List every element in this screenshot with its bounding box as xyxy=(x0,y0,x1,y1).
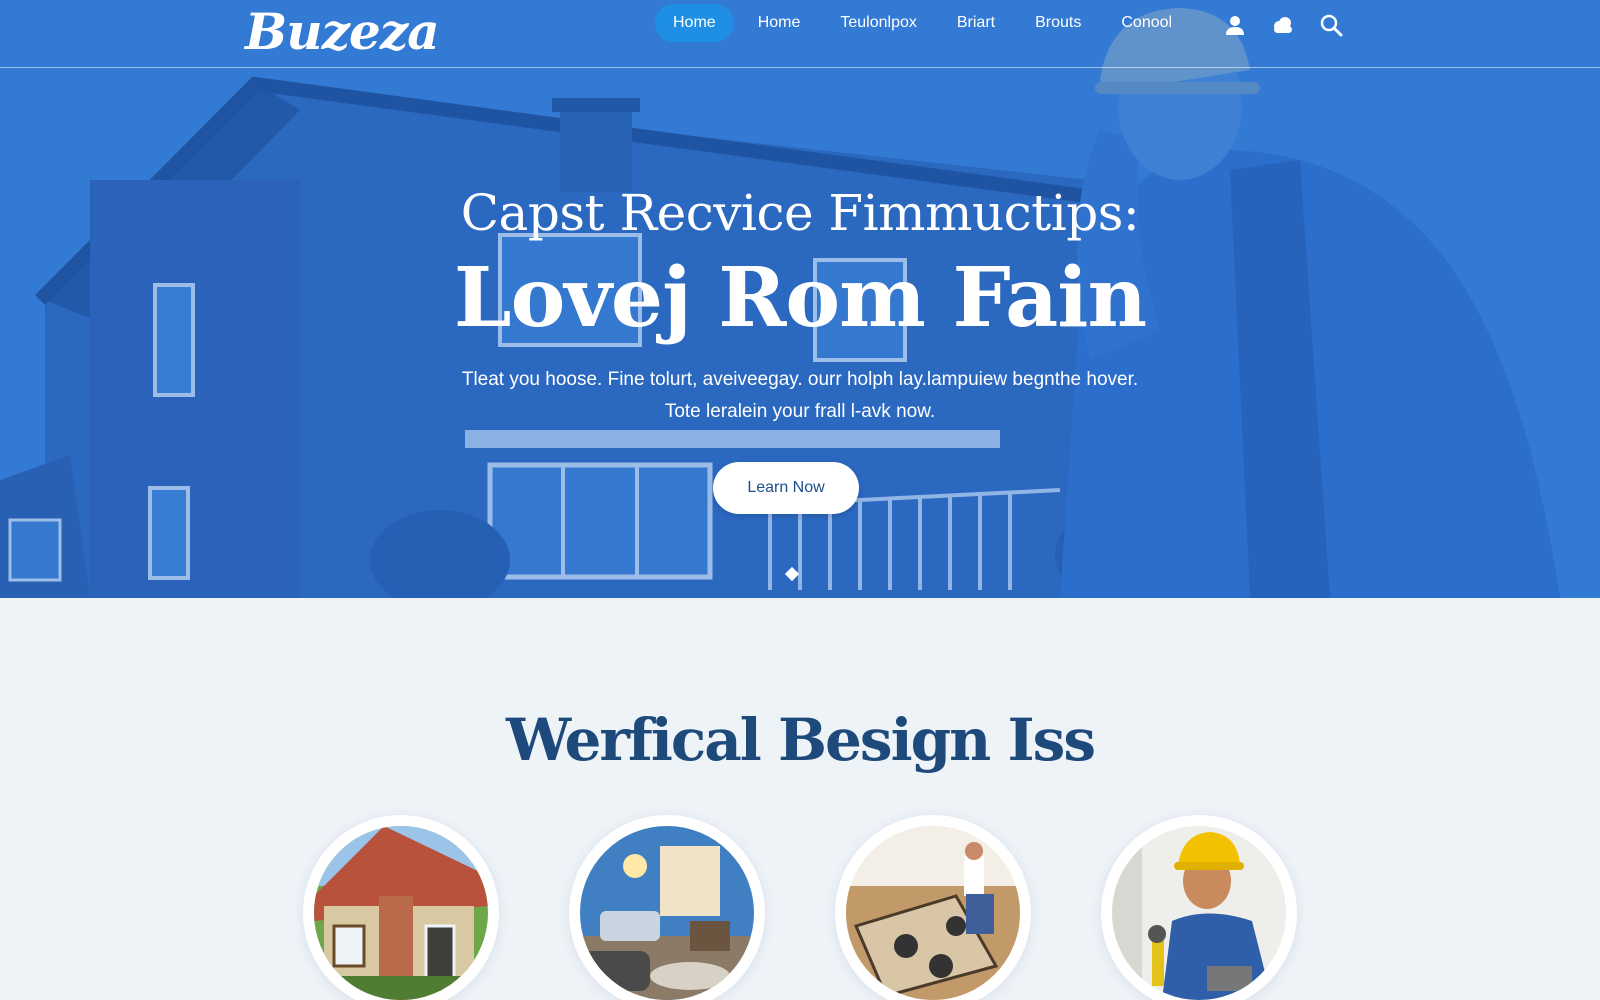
nav-icon-group xyxy=(1222,12,1344,38)
search-icon[interactable] xyxy=(1318,12,1344,38)
nav-link-home[interactable]: Home xyxy=(742,4,817,42)
service-card-plumbing[interactable] xyxy=(1101,815,1297,1000)
service-card-house[interactable] xyxy=(303,815,499,1000)
hero-title-line1: Capst Recvice Fimmuctips: xyxy=(460,184,1140,242)
nav-menu: Home Home Teulonlpox Briart Brouts Conoo… xyxy=(655,0,1196,46)
learn-now-button[interactable]: Learn Now xyxy=(713,462,859,514)
nav-link-home-active[interactable]: Home xyxy=(655,4,734,42)
service-card-interior[interactable] xyxy=(569,815,765,1000)
brand-logo[interactable]: Buzeza xyxy=(245,2,440,61)
top-navbar: Buzeza Home Home Teulonlpox Briart Brout… xyxy=(0,0,1600,68)
house-exterior-photo xyxy=(314,826,488,1000)
plumber-worker-photo xyxy=(1112,826,1286,1000)
section-heading: Werfical Besign Iss xyxy=(506,706,1096,774)
nav-link-teulonlpox[interactable]: Teulonlpox xyxy=(824,4,933,42)
nav-link-conool[interactable]: Conool xyxy=(1105,4,1188,42)
hero-title-line2: Lovej Rom Fain xyxy=(453,250,1147,346)
hero-subtitle-line1: Tleat you hoose. Fine tolurt, aveiveegay… xyxy=(461,369,1139,390)
nav-link-briart[interactable]: Briart xyxy=(941,4,1011,42)
user-icon[interactable] xyxy=(1222,12,1248,38)
service-card-flooring[interactable] xyxy=(835,815,1031,1000)
hero-subtitle: Tleat you hoose. Fine tolurt, aveiveegay… xyxy=(0,364,1600,428)
floor-install-photo xyxy=(846,826,1020,1000)
nav-link-brouts[interactable]: Brouts xyxy=(1019,4,1097,42)
cloud-icon[interactable] xyxy=(1270,12,1296,38)
hero-subtitle-line2: Tote leralein your frall l-avk now. xyxy=(664,401,936,422)
living-room-photo xyxy=(580,826,754,1000)
service-cards xyxy=(0,815,1600,1000)
